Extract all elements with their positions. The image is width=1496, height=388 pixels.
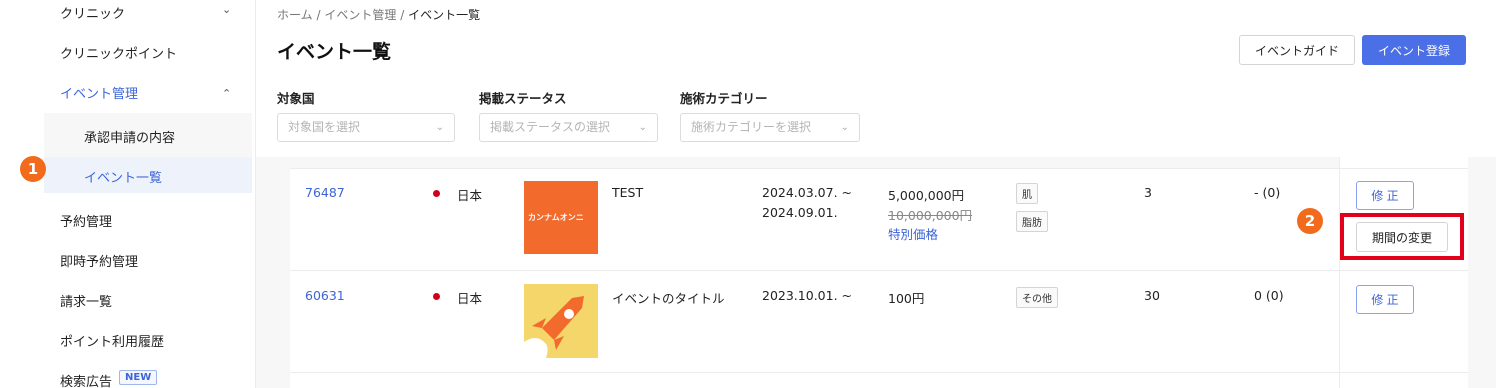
filter-country-label: 対象国 [277, 91, 315, 106]
step-marker-1: 1 [20, 156, 46, 182]
filter-status-label: 掲載ステータス [479, 91, 567, 106]
edit-button[interactable]: 修 正 [1356, 181, 1414, 210]
event-guide-button[interactable]: イベントガイド [1239, 35, 1355, 65]
category-tag: 脂肪 [1016, 211, 1048, 232]
breadcrumb-event-management[interactable]: イベント管理 [324, 8, 396, 22]
category-tag: その他 [1016, 287, 1058, 308]
sidebar-item-billing[interactable]: 請求一覧 [60, 291, 112, 310]
category-tag: 肌 [1016, 183, 1038, 204]
category-select[interactable]: 施術カテゴリーを選択 ⌄ [680, 113, 860, 142]
chevron-down-icon: ⌄ [840, 122, 849, 133]
period-start: 2023.10.01. ~ [762, 288, 852, 303]
event-table [290, 168, 1339, 388]
original-price: 10,000,000円 [888, 208, 973, 223]
rocket-icon [524, 296, 584, 358]
country-select[interactable]: 対象国を選択 ⌄ [277, 113, 455, 142]
event-thumbnail[interactable]: カンナムオンニ [524, 181, 598, 254]
category-select-placeholder: 施術カテゴリーを選択 [691, 120, 812, 134]
filter-category-label: 施術カテゴリー [680, 91, 768, 106]
chevron-up-icon[interactable]: ⌃ [222, 87, 231, 100]
price: 100円 [888, 291, 925, 306]
status-select-placeholder: 掲載ステータスの選択 [490, 120, 611, 134]
breadcrumb-separator: / [400, 8, 405, 22]
thumbnail-logo: カンナムオンニ [528, 213, 584, 222]
event-register-button[interactable]: イベント登録 [1362, 35, 1466, 65]
breadcrumb-separator: / [316, 8, 321, 22]
period-end: 2024.09.01. [762, 205, 838, 220]
event-title: TEST [612, 185, 644, 200]
country-text: 日本 [457, 188, 483, 203]
sidebar-item-clinic[interactable]: クリニック [60, 3, 125, 22]
reviews: 0 (0) [1254, 288, 1284, 303]
row-divider [290, 372, 1468, 373]
chevron-down-icon[interactable]: ⌄ [222, 3, 231, 16]
sidebar-subitem-event-list[interactable]: イベント一覧 [84, 167, 162, 186]
step-marker-2: 2 [1297, 208, 1323, 234]
chevron-down-icon: ⌄ [638, 122, 647, 133]
new-badge: NEW [119, 370, 158, 385]
sidebar-item-reservation[interactable]: 予約管理 [60, 211, 112, 230]
sidebar-item-search-ads[interactable]: 検索広告 [60, 371, 112, 388]
reviews: - (0) [1254, 185, 1281, 200]
edit-button[interactable]: 修 正 [1356, 285, 1414, 314]
sidebar-item-event-management[interactable]: イベント管理 [60, 83, 138, 102]
japan-flag-icon [433, 190, 440, 197]
japan-flag-icon [433, 293, 440, 300]
event-title: イベントのタイトル [612, 291, 725, 306]
status-select[interactable]: 掲載ステータスの選択 ⌄ [479, 113, 658, 142]
period-start: 2024.03.07. ~ [762, 185, 852, 200]
sidebar-item-instant-reservation[interactable]: 即時予約管理 [60, 251, 138, 270]
breadcrumb-current: イベント一覧 [408, 8, 481, 22]
sidebar-subitem-approval[interactable]: 承認申請の内容 [84, 127, 175, 146]
sidebar-item-clinic-points[interactable]: クリニックポイント [60, 43, 177, 62]
highlight-box [1340, 213, 1464, 260]
row-divider [290, 270, 1468, 271]
special-price-label: 特別価格 [888, 227, 939, 242]
count: 30 [1144, 288, 1160, 303]
country-select-placeholder: 対象国を選択 [288, 120, 361, 134]
count: 3 [1144, 185, 1152, 200]
breadcrumb: ホーム / イベント管理 / イベント一覧 [277, 6, 480, 23]
country-text: 日本 [457, 291, 483, 306]
breadcrumb-home[interactable]: ホーム [277, 8, 313, 22]
sidebar-item-point-history[interactable]: ポイント利用履歴 [60, 331, 164, 350]
event-id-link[interactable]: 60631 [305, 288, 345, 303]
sidebar: クリニック ⌄ クリニックポイント イベント管理 ⌃ 承認申請の内容 イベント一… [0, 0, 256, 388]
price: 5,000,000円 [888, 188, 965, 203]
row-divider [290, 168, 1468, 169]
event-id-link[interactable]: 76487 [305, 185, 345, 200]
page-title: イベント一覧 [277, 41, 392, 63]
event-thumbnail[interactable] [524, 284, 598, 358]
chevron-down-icon: ⌄ [435, 122, 444, 133]
